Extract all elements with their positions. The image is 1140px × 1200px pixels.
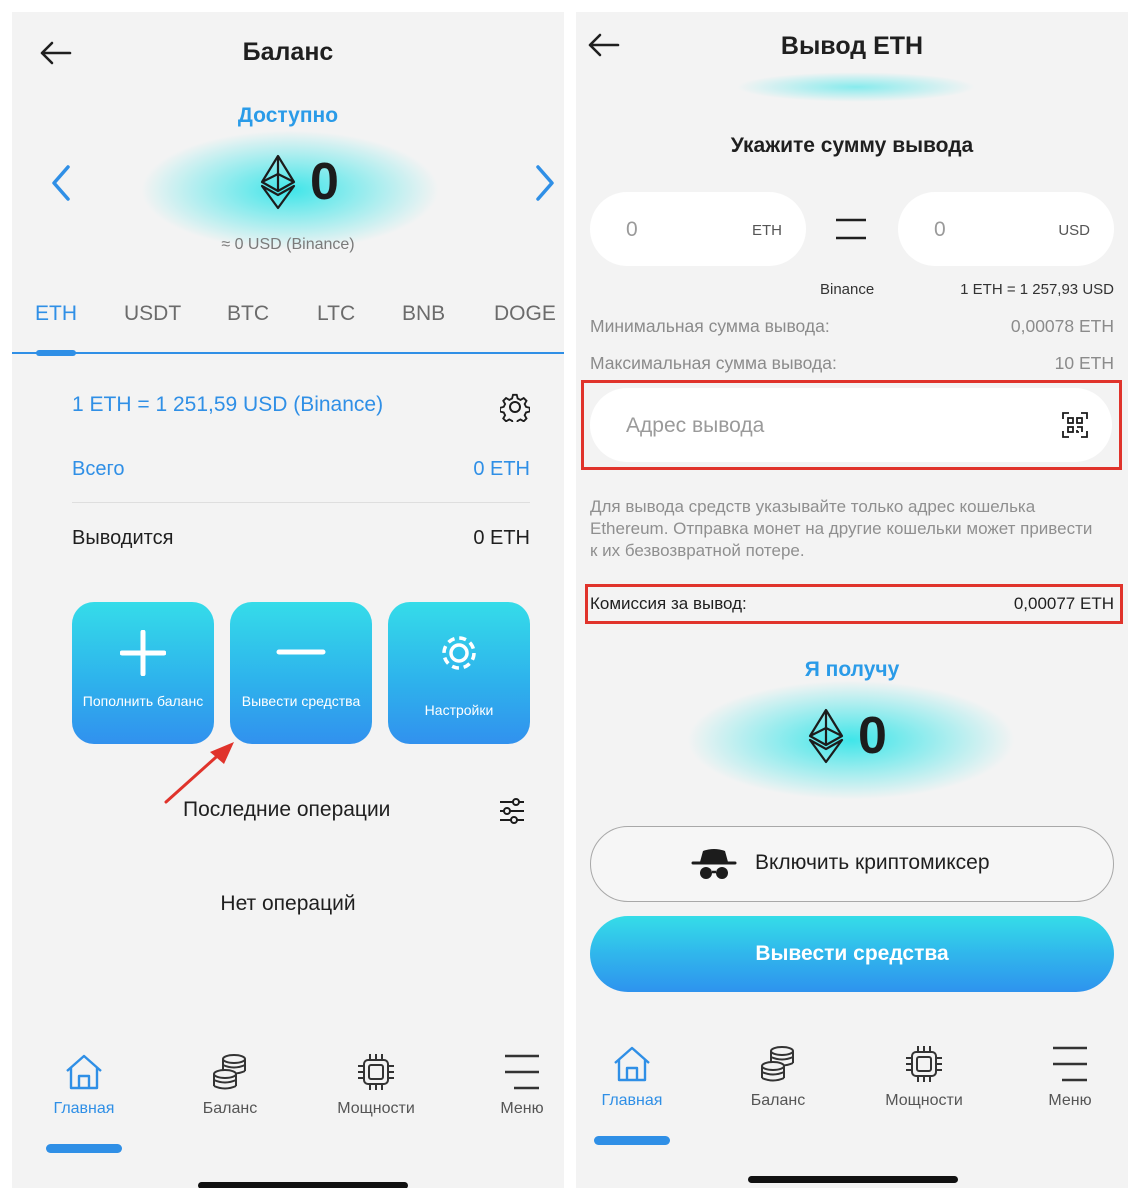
settings-button[interactable]: Настройки bbox=[388, 602, 530, 744]
chip-icon bbox=[358, 1054, 394, 1090]
receive-glow bbox=[686, 680, 1016, 800]
fee-value: 0,00077 ETH bbox=[1013, 594, 1114, 613]
title-glow bbox=[736, 72, 976, 102]
tab-doge[interactable]: DOGE bbox=[494, 302, 556, 326]
nav-home-label: Главная bbox=[601, 1092, 663, 1109]
gear-icon bbox=[442, 636, 476, 670]
chevron-right-icon[interactable] bbox=[534, 164, 556, 202]
tab-ltc[interactable]: LTC bbox=[317, 302, 355, 326]
filter-icon[interactable] bbox=[498, 796, 526, 826]
deposit-button[interactable]: Пополнить баланс bbox=[72, 602, 214, 744]
fee-row: Комиссия за вывод: 0,00077 ETH bbox=[590, 594, 1114, 614]
nav-menu[interactable]: Меню bbox=[1015, 1044, 1125, 1110]
address-input[interactable]: Адрес вывода bbox=[590, 388, 1112, 462]
nav-balance[interactable]: Баланс bbox=[175, 1052, 285, 1118]
exchange-rate: 1 ETH = 1 251,59 USD (Binance) bbox=[72, 393, 384, 416]
tab-eth[interactable]: ETH bbox=[35, 302, 77, 326]
nav-capacity-label: Мощности bbox=[337, 1100, 415, 1117]
usd-amount-value: 0 bbox=[934, 218, 946, 241]
withdrawing-value: 0 ETH bbox=[473, 527, 530, 549]
withdraw-label: Вывести средства bbox=[241, 693, 361, 709]
balance-screen: Баланс Доступно 0 ≈ 0 USD (Binance) ETH … bbox=[12, 12, 564, 1188]
nav-capacity[interactable]: Мощности bbox=[321, 1052, 431, 1118]
tab-btc[interactable]: BTC bbox=[227, 302, 269, 326]
exchange-rate: 1 ETH = 1 257,93 USD bbox=[960, 281, 1114, 298]
chevron-left-icon[interactable] bbox=[50, 164, 72, 202]
nav-home[interactable]: Главная bbox=[577, 1044, 687, 1110]
ethereum-icon bbox=[808, 708, 844, 764]
nav-capacity[interactable]: Мощности bbox=[869, 1044, 979, 1110]
nav-menu-label: Меню bbox=[1048, 1092, 1092, 1109]
eth-amount-unit: ETH bbox=[752, 222, 782, 239]
gear-icon[interactable] bbox=[500, 392, 530, 422]
amount-prompt: Укажите сумму вывода bbox=[730, 134, 974, 157]
tabs-underline bbox=[12, 352, 564, 354]
min-amount-value: 0,00078 ETH bbox=[1010, 316, 1114, 336]
max-amount-row: Максимальная сумма вывода: 10 ETH bbox=[590, 353, 1114, 374]
crypto-mixer-button[interactable]: Включить криптомиксер bbox=[590, 826, 1114, 902]
withdraw-screen: Вывод ETH Укажите сумму вывода 0 ETH 0 U… bbox=[576, 12, 1128, 1188]
withdrawing-row: Выводится 0 ETH bbox=[72, 527, 530, 550]
nav-balance-label: Баланс bbox=[202, 1100, 258, 1117]
eth-amount-value: 0 bbox=[626, 218, 638, 241]
active-nav-indicator bbox=[594, 1136, 670, 1145]
deposit-label: Пополнить баланс bbox=[82, 693, 204, 709]
menu-icon bbox=[505, 1054, 539, 1090]
plus-icon bbox=[120, 630, 166, 676]
nav-capacity-label: Мощности bbox=[885, 1092, 963, 1109]
home-indicator bbox=[198, 1182, 408, 1188]
equals-icon bbox=[836, 218, 866, 240]
warning-note: Для вывода средств указывайте только адр… bbox=[590, 497, 1093, 560]
nav-balance[interactable]: Баланс bbox=[723, 1044, 833, 1110]
total-value: 0 ETH bbox=[473, 458, 530, 480]
receive-label: Я получу bbox=[804, 658, 900, 681]
nav-menu-label: Меню bbox=[500, 1100, 544, 1117]
active-nav-indicator bbox=[46, 1144, 122, 1153]
withdraw-submit-button[interactable]: Вывести средства bbox=[590, 916, 1114, 992]
menu-icon bbox=[1053, 1046, 1087, 1082]
usd-amount-input[interactable]: 0 USD bbox=[898, 192, 1114, 266]
total-row: Всего 0 ETH bbox=[72, 458, 530, 481]
nav-balance-label: Баланс bbox=[750, 1092, 806, 1109]
divider bbox=[72, 502, 530, 503]
balance-value: 0 bbox=[310, 153, 339, 211]
nav-home-label: Главная bbox=[53, 1100, 115, 1117]
eth-amount-input[interactable]: 0 ETH bbox=[590, 192, 806, 266]
coins-icon bbox=[761, 1046, 794, 1082]
nav-menu[interactable]: Меню bbox=[467, 1052, 564, 1118]
ethereum-icon bbox=[260, 154, 296, 210]
available-label: Доступно bbox=[237, 104, 339, 127]
receive-value: 0 bbox=[858, 707, 887, 765]
home-indicator bbox=[748, 1176, 958, 1183]
page-title: Баланс bbox=[242, 38, 334, 66]
total-label: Всего bbox=[72, 458, 125, 480]
tab-bnb[interactable]: BNB bbox=[402, 302, 445, 326]
active-tab-indicator bbox=[36, 350, 76, 356]
chip-icon bbox=[906, 1046, 942, 1082]
address-placeholder: Адрес вывода bbox=[626, 414, 765, 437]
min-amount-row: Минимальная сумма вывода: 0,00078 ETH bbox=[590, 316, 1114, 337]
coins-icon bbox=[213, 1054, 246, 1090]
spy-icon bbox=[691, 849, 737, 879]
home-icon bbox=[66, 1054, 102, 1090]
usd-equivalent: ≈ 0 USD (Binance) bbox=[221, 236, 355, 253]
max-amount-value: 10 ETH bbox=[1054, 353, 1114, 373]
nav-home[interactable]: Главная bbox=[29, 1052, 139, 1118]
tab-usdt[interactable]: USDT bbox=[124, 302, 181, 326]
no-operations: Нет операций bbox=[220, 892, 356, 915]
settings-label: Настройки bbox=[424, 702, 494, 718]
min-amount-label: Минимальная сумма вывода: bbox=[590, 316, 830, 336]
qr-code-icon[interactable] bbox=[1062, 412, 1088, 438]
usd-amount-unit: USD bbox=[1058, 222, 1090, 239]
minus-icon bbox=[276, 649, 326, 655]
withdrawing-label: Выводится bbox=[72, 527, 174, 549]
rate-source: Binance bbox=[820, 281, 875, 298]
home-icon bbox=[614, 1046, 650, 1082]
max-amount-label: Максимальная сумма вывода: bbox=[590, 353, 837, 373]
crypto-mixer-label: Включить криптомиксер bbox=[755, 851, 990, 874]
withdraw-button[interactable]: Вывести средства bbox=[230, 602, 372, 744]
recent-ops-title: Последние операции bbox=[183, 798, 391, 821]
page-title: Вывод ETH bbox=[780, 32, 924, 60]
fee-label: Комиссия за вывод: bbox=[590, 594, 747, 613]
